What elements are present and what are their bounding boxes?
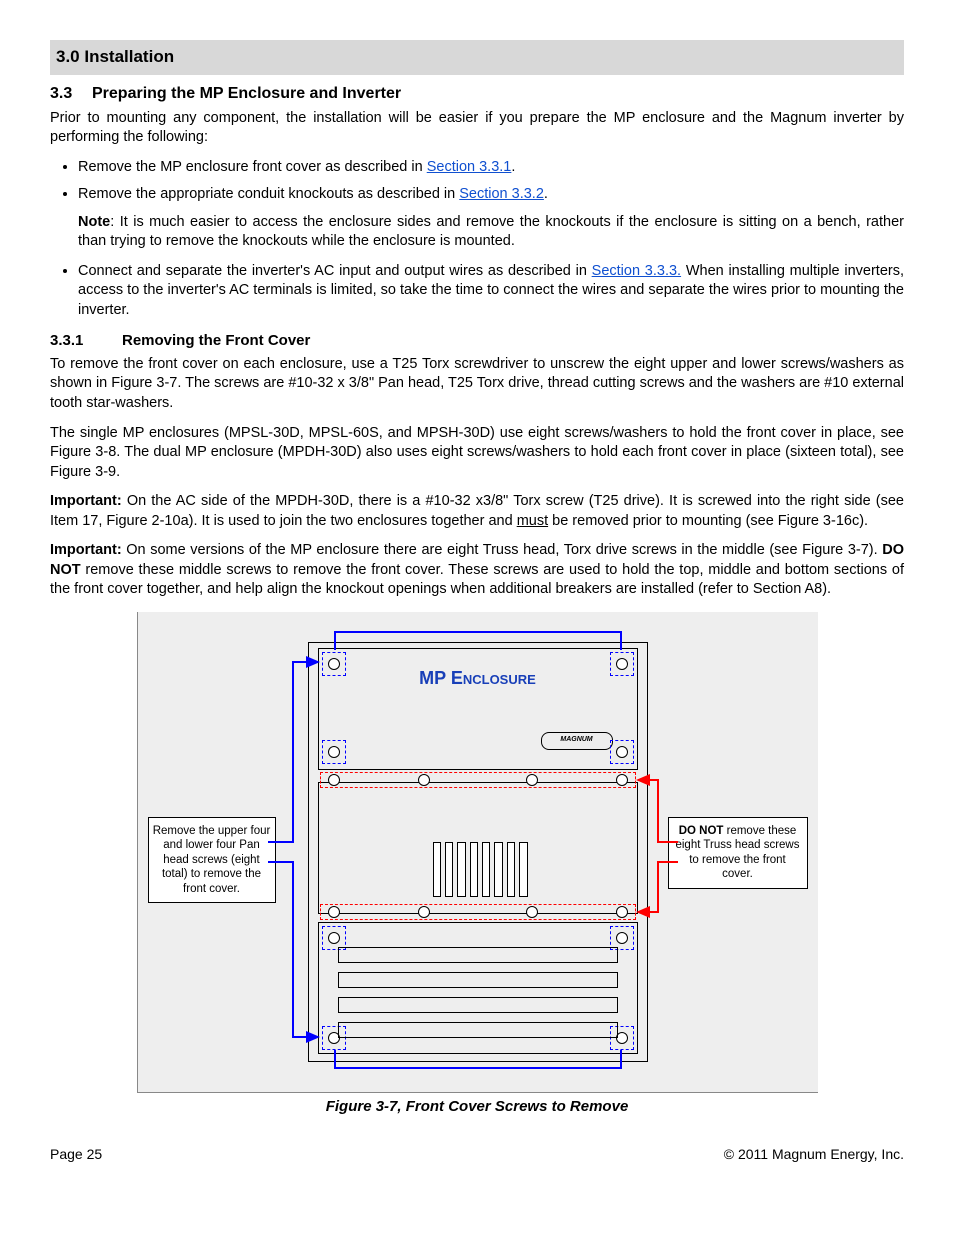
section-title-text: Preparing the MP Enclosure and Inverter: [92, 85, 401, 102]
page-number: Page 25: [50, 1145, 102, 1164]
note-text: : It is much easier to access the enclos…: [78, 214, 904, 250]
figure-diagram: MP Enclosure MAGNUM: [137, 612, 818, 1093]
body-paragraph: The single MP enclosures (MPSL-30D, MPSL…: [50, 424, 904, 483]
bullet-text: Remove the MP enclosure front cover as d…: [78, 159, 427, 175]
section-link[interactable]: Section 3.3.1: [427, 159, 512, 175]
section-link[interactable]: Section 3.3.2: [459, 186, 544, 202]
section-link[interactable]: Section 3.3.3.: [592, 263, 681, 279]
note-label: Note: [78, 214, 110, 230]
important-paragraph: Important: On some versions of the MP en…: [50, 541, 904, 600]
bullet-text: .: [544, 186, 548, 202]
bullet-text: Connect and separate the inverter's AC i…: [78, 263, 592, 279]
bullet-text: .: [511, 159, 515, 175]
list-item: Remove the MP enclosure front cover as d…: [78, 158, 904, 178]
arrow-overlay: [138, 612, 818, 1092]
bullet-list: Remove the MP enclosure front cover as d…: [78, 158, 904, 205]
body-text: remove these middle screws to remove the…: [50, 562, 904, 598]
section-intro: Prior to mounting any component, the ins…: [50, 109, 904, 148]
list-item: Connect and separate the inverter's AC i…: [78, 262, 904, 321]
bullet-text: Remove the appropriate conduit knockouts…: [78, 186, 459, 202]
subsection-title-text: Removing the Front Cover: [122, 332, 310, 349]
list-item: Remove the appropriate conduit knockouts…: [78, 185, 904, 205]
important-label: Important:: [50, 542, 122, 558]
body-text: On some versions of the MP enclosure the…: [122, 542, 883, 558]
page-footer: Page 25 © 2011 Magnum Energy, Inc.: [50, 1145, 904, 1164]
body-text: be removed prior to mounting (see Figure…: [548, 513, 868, 529]
bullet-list: Connect and separate the inverter's AC i…: [78, 262, 904, 321]
note-paragraph: Note: It is much easier to access the en…: [78, 213, 904, 252]
important-label: Important:: [50, 493, 122, 509]
body-paragraph: To remove the front cover on each enclos…: [50, 355, 904, 414]
copyright: © 2011 Magnum Energy, Inc.: [724, 1145, 904, 1164]
section-heading: 3.3Preparing the MP Enclosure and Invert…: [50, 83, 904, 105]
figure-caption: Figure 3-7, Front Cover Screws to Remove: [50, 1097, 904, 1117]
subsection-heading: 3.3.1Removing the Front Cover: [50, 331, 904, 351]
chapter-header: 3.0 Installation: [50, 40, 904, 75]
important-paragraph: Important: On the AC side of the MPDH-30…: [50, 492, 904, 531]
section-number: 3.3: [50, 83, 92, 105]
underline-text: must: [517, 513, 548, 529]
subsection-number: 3.3.1: [50, 331, 122, 351]
